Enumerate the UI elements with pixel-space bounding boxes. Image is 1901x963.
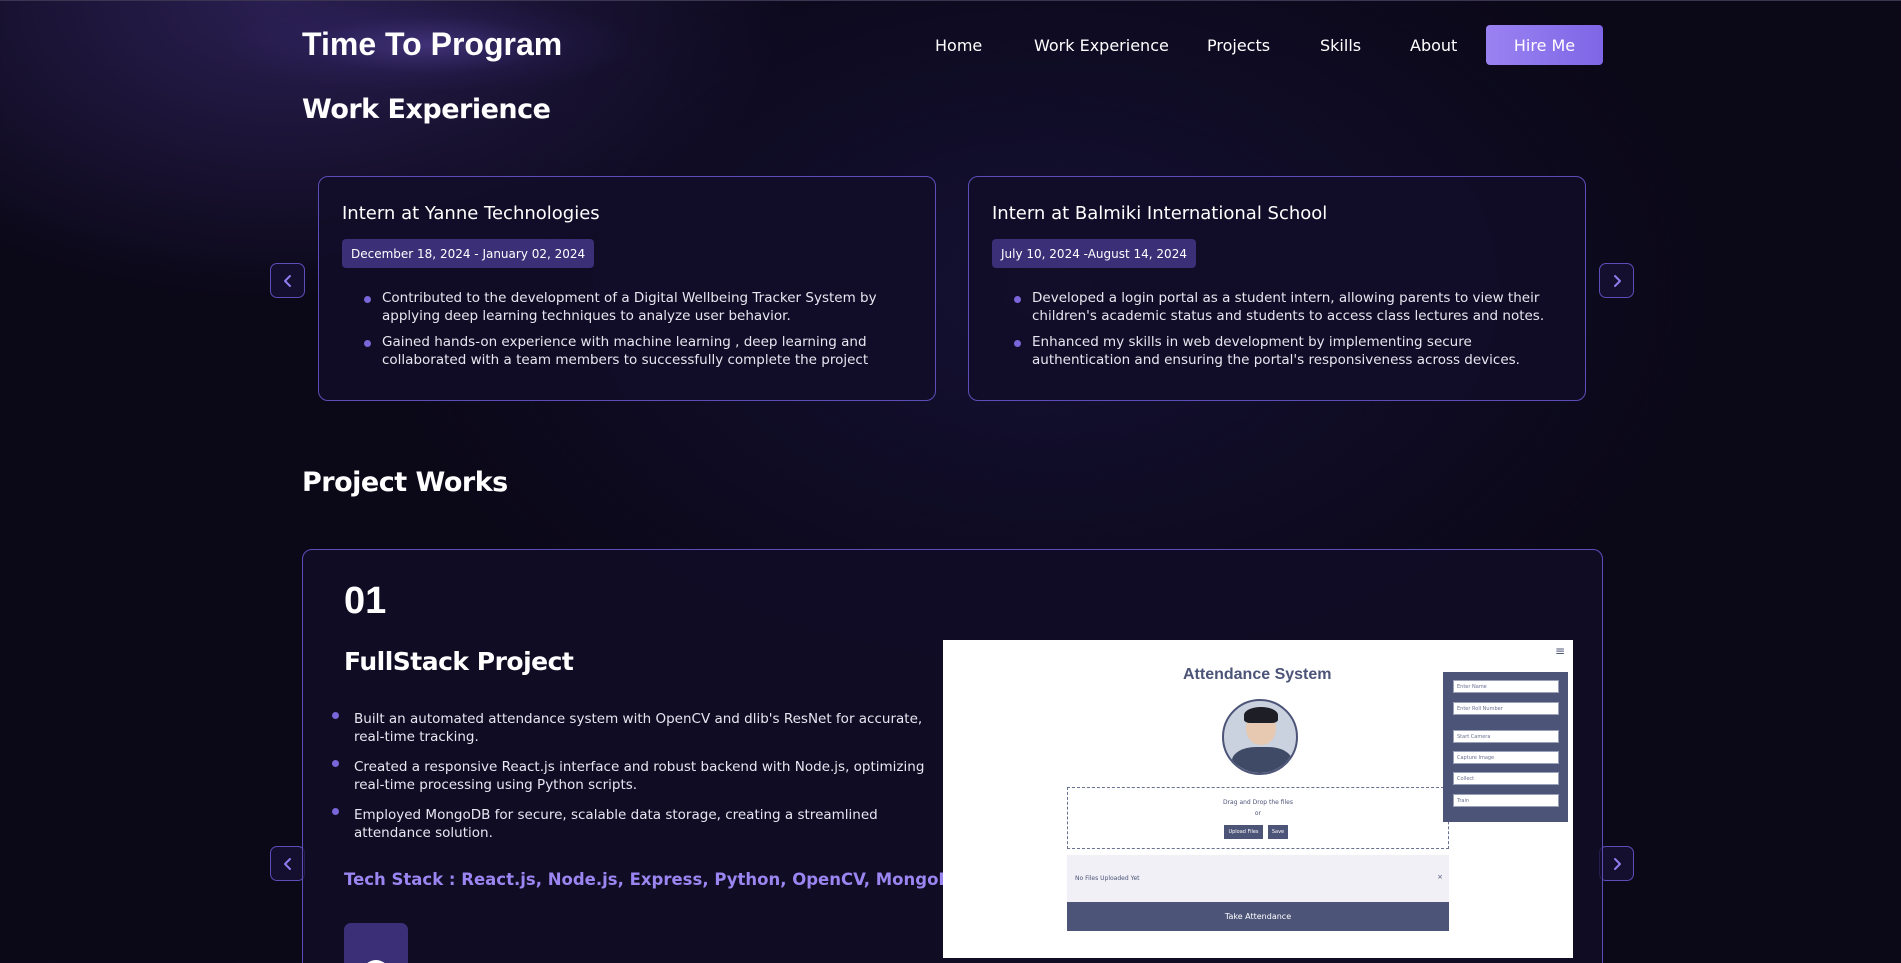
project-card: 01 FullStack Project Built an automated …	[302, 549, 1603, 963]
experience-next-button[interactable]	[1599, 263, 1634, 298]
avatar	[1222, 699, 1298, 775]
bullet-text: Enhanced my skills in web development by…	[1032, 334, 1520, 368]
bullet-dot-icon	[332, 712, 339, 719]
files-list: No Files Uploaded Yet ×	[1067, 855, 1449, 905]
save-button: Save	[1268, 825, 1288, 839]
experience-bullet: Enhanced my skills in web development by…	[1014, 333, 1569, 369]
nav-projects[interactable]: Projects	[1207, 36, 1270, 55]
experience-bullets: Contributed to the development of a Digi…	[364, 289, 919, 377]
bullet-text: Created a responsive React.js interface …	[354, 759, 925, 793]
project-bullet: Created a responsive React.js interface …	[328, 758, 928, 794]
experience-bullet: Gained hands-on experience with machine …	[364, 333, 919, 369]
bullet-text: Built an automated attendance system wit…	[354, 711, 923, 745]
chevron-left-icon	[283, 857, 291, 870]
start-camera-button: Start Camera	[1453, 730, 1559, 743]
project-next-button[interactable]	[1599, 846, 1634, 881]
experience-role: Intern at Yanne Technologies	[342, 203, 600, 224]
side-panel: Enter Name Enter Roll Number Start Camer…	[1443, 672, 1568, 822]
experience-bullet: Developed a login portal as a student in…	[1014, 289, 1569, 325]
capture-image-button: Capture Image	[1453, 751, 1559, 764]
experience-dates: July 10, 2024 -August 14, 2024	[992, 239, 1196, 268]
experience-dates: December 18, 2024 - January 02, 2024	[342, 239, 595, 268]
avatar-body	[1232, 747, 1292, 773]
bullet-text: Developed a login portal as a student in…	[1032, 290, 1545, 324]
bullet-dot-icon	[1014, 340, 1021, 347]
dropzone-or: or	[1254, 810, 1262, 817]
project-bullet: Employed MongoDB for secure, scalable da…	[328, 806, 928, 842]
project-screenshot: ≡ Attendance System Drag and Drop the fi…	[943, 640, 1573, 958]
nav-skills[interactable]: Skills	[1320, 36, 1361, 55]
brand-logo[interactable]: Time To Program	[302, 26, 562, 63]
bullet-text: Employed MongoDB for secure, scalable da…	[354, 807, 878, 841]
no-files-text: No Files Uploaded Yet	[1075, 875, 1140, 882]
bullet-dot-icon	[332, 760, 339, 767]
bullet-dot-icon	[364, 296, 371, 303]
bullet-dot-icon	[332, 808, 339, 815]
project-bullets: Built an automated attendance system wit…	[328, 710, 928, 854]
work-experience-title: Work Experience	[302, 94, 551, 125]
project-works-title: Project Works	[302, 467, 508, 498]
nav-about[interactable]: About	[1410, 36, 1457, 55]
take-attendance-button: Take Attendance	[1067, 902, 1449, 931]
screenshot-title: Attendance System	[1183, 666, 1332, 683]
bullet-dot-icon	[1014, 296, 1021, 303]
name-field: Enter Name	[1453, 680, 1559, 693]
roll-number-field: Enter Roll Number	[1453, 702, 1559, 715]
experience-card: Intern at Balmiki International School J…	[968, 176, 1586, 401]
experience-role: Intern at Balmiki International School	[992, 203, 1328, 224]
chevron-left-icon	[283, 274, 291, 287]
experience-bullets: Developed a login portal as a student in…	[1014, 289, 1569, 377]
project-prev-button[interactable]	[270, 846, 305, 881]
collect-button: Collect	[1453, 772, 1559, 785]
experience-bullet: Contributed to the development of a Digi…	[364, 289, 919, 325]
nav-home[interactable]: Home	[935, 36, 982, 55]
project-bullet: Built an automated attendance system wit…	[328, 710, 928, 746]
experience-prev-button[interactable]	[270, 263, 305, 298]
close-icon: ×	[1437, 873, 1443, 881]
bullet-text: Contributed to the development of a Digi…	[382, 290, 877, 324]
github-icon	[367, 960, 385, 963]
tech-stack: Tech Stack : React.js, Node.js, Express,…	[344, 870, 965, 889]
chevron-right-icon	[1613, 274, 1621, 287]
bullet-dot-icon	[364, 340, 371, 347]
hire-me-button[interactable]: Hire Me	[1486, 25, 1603, 65]
project-number: 01	[344, 580, 387, 622]
upload-files-button: Upload Files	[1224, 825, 1263, 839]
train-button: Train	[1453, 794, 1559, 807]
menu-icon: ≡	[1554, 644, 1565, 658]
dropzone-text: Drag and Drop the files	[1222, 799, 1294, 806]
github-button[interactable]	[344, 923, 408, 963]
project-name: FullStack Project	[344, 647, 574, 676]
avatar-hair	[1244, 707, 1278, 723]
experience-card: Intern at Yanne Technologies December 18…	[318, 176, 936, 401]
file-dropzone: Drag and Drop the files or Upload Files …	[1067, 787, 1449, 849]
nav-work-experience[interactable]: Work Experience	[1034, 36, 1169, 55]
bullet-text: Gained hands-on experience with machine …	[382, 334, 869, 368]
chevron-right-icon	[1613, 857, 1621, 870]
